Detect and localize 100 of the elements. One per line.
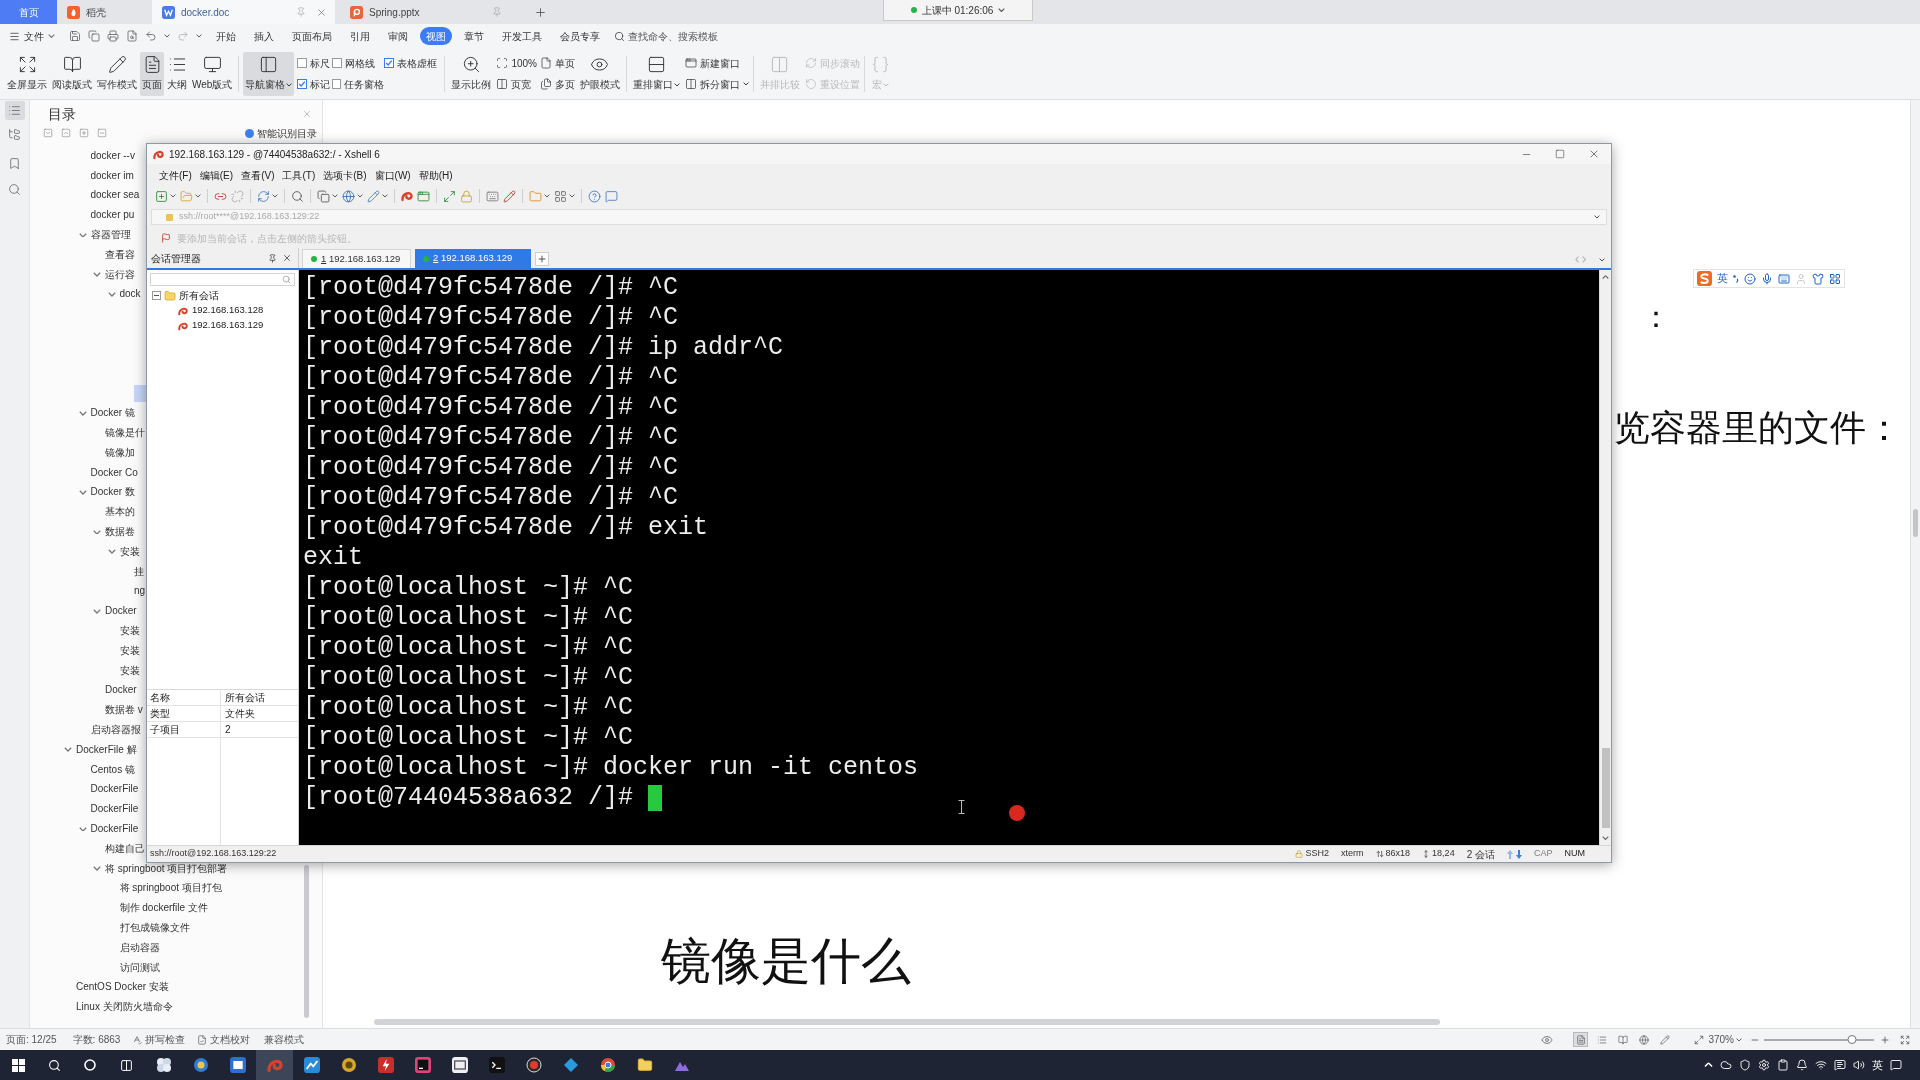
ribbon-button[interactable]: 页宽 bbox=[496, 75, 537, 93]
globe-icon[interactable] bbox=[342, 189, 355, 203]
ime-indicator[interactable]: 英 bbox=[1872, 1059, 1883, 1071]
caret-icon[interactable] bbox=[1599, 257, 1605, 262]
ime-logo-icon[interactable] bbox=[1697, 271, 1712, 286]
layout-icon[interactable] bbox=[554, 189, 567, 203]
new-tab-icon[interactable] bbox=[534, 5, 547, 19]
ribbon-button[interactable]: 拆分窗口 bbox=[684, 75, 749, 93]
copy-icon[interactable] bbox=[317, 189, 330, 203]
search-field[interactable]: 查找命令、搜索模板 bbox=[614, 27, 724, 45]
scroll-up-icon[interactable] bbox=[1602, 275, 1609, 280]
toc-item[interactable]: Docker bbox=[105, 683, 137, 698]
caret-icon[interactable] bbox=[272, 194, 278, 198]
toc-item[interactable]: 启动容器报 bbox=[90, 723, 141, 737]
toc-item[interactable]: Docker Co bbox=[90, 465, 138, 480]
caret-icon[interactable] bbox=[544, 194, 550, 198]
toc-item[interactable]: 容器管理 bbox=[90, 228, 131, 243]
caret-icon[interactable] bbox=[164, 34, 170, 38]
toc-item[interactable]: 安装 bbox=[119, 544, 140, 559]
toc-item[interactable]: 打包成镜像文件 bbox=[119, 920, 190, 935]
toc-item[interactable]: 安装 bbox=[119, 624, 140, 638]
ime-mode-label[interactable]: 英 bbox=[1717, 272, 1728, 285]
document-tab[interactable]: 稻壳 bbox=[57, 0, 150, 24]
caret-icon[interactable] bbox=[93, 866, 101, 871]
toc-item[interactable]: Docker 镜 bbox=[90, 406, 135, 421]
new-session-icon[interactable] bbox=[155, 189, 168, 203]
collapse-icon[interactable] bbox=[152, 291, 161, 300]
ribbon-tab[interactable]: 章节 bbox=[458, 27, 490, 45]
home-tab[interactable]: 首页 bbox=[0, 0, 57, 24]
toc-item[interactable]: 查看容 bbox=[105, 247, 135, 262]
ribbon-button[interactable]: 显示比例 bbox=[449, 51, 494, 96]
network-icon[interactable] bbox=[1815, 1059, 1827, 1071]
caret-icon[interactable] bbox=[64, 747, 72, 753]
ribbon-tab[interactable]: 开发工具 bbox=[496, 27, 548, 45]
menu-item[interactable]: 帮助(H) bbox=[418, 167, 453, 183]
toc-item[interactable]: ng bbox=[134, 584, 146, 599]
menu-item[interactable]: 查看(V) bbox=[241, 167, 275, 183]
toc-item[interactable]: dock bbox=[119, 287, 141, 302]
toc-item[interactable]: Docker 数 bbox=[90, 485, 135, 500]
pin-icon[interactable] bbox=[268, 253, 277, 263]
fullscreen-icon[interactable] bbox=[1900, 1034, 1910, 1045]
ribbon-tab[interactable]: 视图 bbox=[420, 27, 452, 45]
toc-item[interactable]: docker sea bbox=[90, 188, 140, 203]
swirl-icon[interactable] bbox=[401, 190, 413, 202]
checkbox-option[interactable]: 标记 bbox=[297, 76, 333, 92]
toc-item[interactable]: 基本的 bbox=[105, 505, 135, 520]
toc-item[interactable]: 镜像是什 bbox=[105, 426, 145, 441]
scrollbar-thumb[interactable] bbox=[303, 865, 309, 1018]
zoom-in-icon[interactable] bbox=[1880, 1034, 1890, 1045]
caret-icon[interactable] bbox=[93, 608, 101, 614]
ribbon-button[interactable]: Web版式 bbox=[190, 51, 235, 96]
notification-icon[interactable] bbox=[1890, 1059, 1902, 1071]
eye-icon[interactable] bbox=[1541, 1033, 1554, 1046]
document-tab[interactable]: Spring.pptx bbox=[340, 0, 510, 24]
file-search-icon[interactable] bbox=[126, 30, 138, 42]
terminal-screen[interactable] bbox=[299, 270, 1599, 845]
undo-icon[interactable] bbox=[145, 30, 157, 42]
ribbon-button[interactable]: 导航窗格 bbox=[243, 51, 295, 96]
cloud-icon[interactable] bbox=[1720, 1059, 1732, 1071]
search-icon[interactable] bbox=[291, 189, 304, 203]
zoom-slider-track[interactable] bbox=[1764, 1038, 1874, 1041]
tree-item[interactable]: 192.168.163.128 bbox=[192, 303, 264, 318]
caret-icon[interactable] bbox=[107, 292, 116, 297]
pencil-icon[interactable] bbox=[503, 189, 516, 203]
caret-icon[interactable] bbox=[170, 194, 176, 198]
printer-icon[interactable] bbox=[107, 30, 119, 42]
toc-item[interactable]: docker pu bbox=[90, 208, 135, 223]
status-tool-button[interactable]: 文档校对 bbox=[197, 1032, 251, 1047]
ribbon-button[interactable]: 多页 bbox=[539, 75, 575, 93]
shield-icon[interactable] bbox=[1739, 1059, 1751, 1071]
menu-item[interactable]: 选项卡(B) bbox=[323, 167, 367, 183]
scroll-down-icon[interactable] bbox=[1602, 835, 1609, 840]
ribbon-tab[interactable]: 审阅 bbox=[382, 27, 414, 45]
add-tab-button[interactable] bbox=[535, 252, 549, 266]
chevron-up-icon[interactable] bbox=[1704, 1062, 1713, 1068]
keyboard-icon[interactable] bbox=[486, 189, 499, 203]
ribbon-button[interactable]: 全屏显示 bbox=[5, 51, 49, 96]
bell-icon[interactable] bbox=[1796, 1059, 1808, 1071]
caret-icon[interactable] bbox=[78, 490, 87, 495]
smile-icon[interactable] bbox=[1744, 272, 1756, 285]
checkbox-option[interactable]: 网格线 bbox=[332, 55, 385, 71]
caret-icon[interactable] bbox=[78, 826, 87, 832]
toc-item[interactable]: CentOS Docker 安装 bbox=[76, 980, 169, 995]
grid-icon[interactable] bbox=[1829, 272, 1841, 285]
view-button[interactable] bbox=[1573, 1032, 1589, 1047]
punctuation-icon[interactable] bbox=[1733, 274, 1739, 283]
toc-item[interactable]: DockerFile bbox=[90, 782, 139, 797]
toc-item[interactable]: Centos 镜 bbox=[90, 762, 135, 777]
ribbon-button[interactable]: 重排窗口 bbox=[630, 51, 682, 96]
fullscreen-icon[interactable] bbox=[443, 189, 456, 203]
menu-item[interactable]: 编辑(E) bbox=[199, 167, 234, 183]
ribbon-tab[interactable]: 插入 bbox=[248, 27, 280, 45]
diagonal-arrows-icon[interactable] bbox=[1694, 1034, 1705, 1045]
close-icon[interactable] bbox=[282, 253, 292, 263]
shirt-icon[interactable] bbox=[1812, 272, 1824, 285]
menu-item[interactable]: 文件(F) bbox=[159, 167, 192, 183]
toc-item[interactable]: 将 springboot 项目打包 bbox=[119, 881, 222, 896]
slider-thumb[interactable] bbox=[1847, 1034, 1857, 1044]
refresh-icon[interactable] bbox=[257, 189, 270, 203]
ribbon-button[interactable]: 单页 bbox=[539, 54, 575, 72]
